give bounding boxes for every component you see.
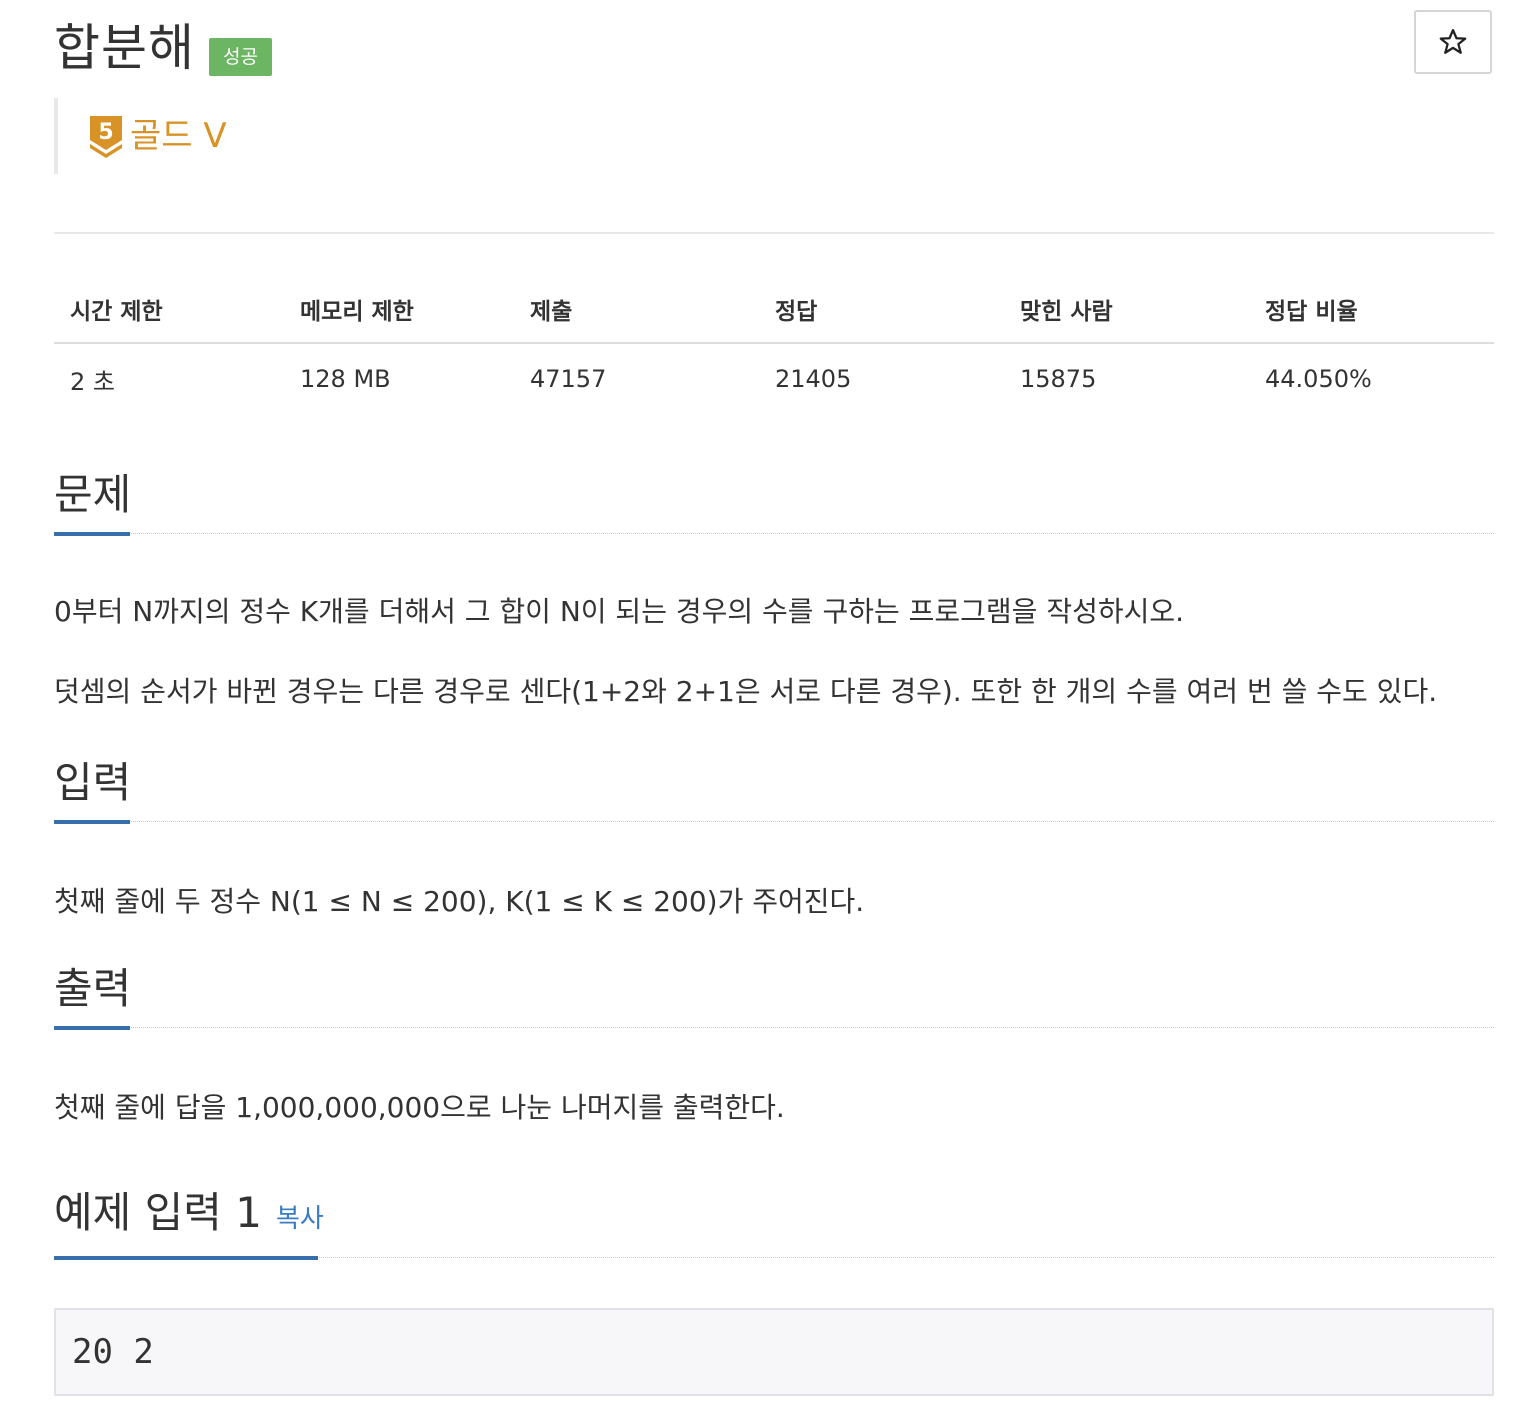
- divider: [54, 232, 1494, 234]
- solvers-value: 15875: [1020, 365, 1097, 393]
- description-paragraph-1: 0부터 N까지의 정수 K개를 더해서 그 합이 N이 되는 경우의 수를 구하…: [54, 595, 1185, 628]
- accept-ratio-value: 44.050%: [1265, 365, 1372, 393]
- memory-limit-value: 128 MB: [300, 365, 391, 393]
- sample-input-content: 20 2: [72, 1332, 154, 1372]
- input-title: 입력: [54, 758, 132, 807]
- gold-tier-shield-icon[interactable]: 5: [86, 112, 126, 160]
- output-section-header: 출력: [54, 956, 1494, 1030]
- submissions-value: 47157: [530, 365, 607, 393]
- star-button[interactable]: [1414, 10, 1492, 74]
- problem-info-table: 시간 제한 메모리 제한 제출 정답 맞힌 사람 정답 비율 2 초 128 M…: [54, 276, 1494, 414]
- header-time-limit: 시간 제한: [54, 276, 284, 344]
- table-row: 2 초 128 MB 47157 21405 15875 44.050%: [54, 343, 1494, 414]
- output-title: 출력: [54, 964, 132, 1013]
- sample-input-title: 예제 입력 1: [54, 1188, 262, 1237]
- description-title: 문제: [54, 470, 132, 519]
- output-description: 첫째 줄에 답을 1,000,000,000으로 나눈 나머지를 출력한다.: [54, 1091, 785, 1124]
- tier-block: 5 골드 V: [54, 98, 227, 174]
- header-solvers: 맞힌 사람: [1004, 276, 1249, 344]
- input-section-header: 입력: [54, 750, 1494, 824]
- table-header-row: 시간 제한 메모리 제한 제출 정답 맞힌 사람 정답 비율: [54, 276, 1494, 344]
- problem-title: 합분해: [54, 19, 195, 77]
- header-accept-ratio: 정답 비율: [1249, 276, 1494, 344]
- time-limit-value: 2 초: [70, 367, 115, 396]
- sample-input-box[interactable]: 20 2: [54, 1308, 1494, 1396]
- header-memory-limit: 메모리 제한: [284, 276, 514, 344]
- sample-input-section-header: 예제 입력 1 복사: [54, 1186, 1494, 1260]
- header-accepted: 정답: [759, 276, 1004, 344]
- accepted-value: 21405: [775, 365, 852, 393]
- header-submissions: 제출: [514, 276, 759, 344]
- description-section-header: 문제: [54, 462, 1494, 536]
- star-outline-icon: [1439, 29, 1467, 54]
- input-description: 첫째 줄에 두 정수 N(1 ≤ N ≤ 200), K(1 ≤ K ≤ 200…: [54, 885, 865, 918]
- description-paragraph-2: 덧셈의 순서가 바뀐 경우는 다른 경우로 센다(1+2와 2+1은 서로 다른…: [54, 675, 1438, 708]
- title-row: 합분해 성공: [54, 16, 272, 80]
- status-badge: 성공: [209, 38, 272, 76]
- tier-label[interactable]: 골드 V: [130, 116, 227, 156]
- copy-link[interactable]: 복사: [276, 1204, 324, 1234]
- tier-number: 5: [98, 120, 113, 145]
